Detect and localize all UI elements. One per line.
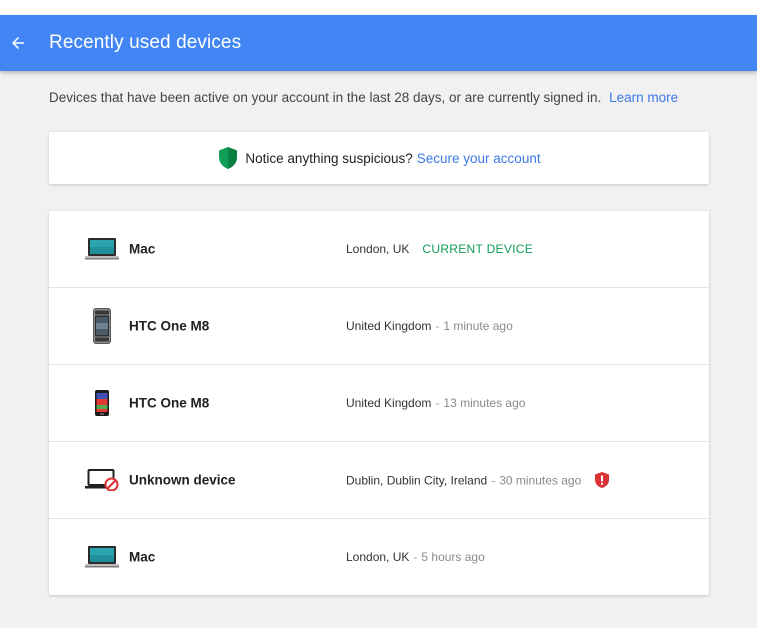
device-meta: London, UK - 5 hours ago	[346, 550, 485, 564]
app-bar: Recently used devices	[0, 15, 757, 71]
device-row-unknown[interactable]: Unknown device Dublin, Dublin City, Irel…	[49, 442, 709, 519]
description-text: Devices that have been active on your ac…	[49, 90, 602, 105]
device-last-active: 13 minutes ago	[443, 396, 526, 410]
suspicious-notice-card: Notice anything suspicious? Secure your …	[49, 132, 709, 184]
device-meta: United Kingdom - 1 minute ago	[346, 319, 513, 333]
htc-phone-icon	[85, 306, 119, 346]
device-last-active: 1 minute ago	[443, 319, 513, 333]
back-button[interactable]	[8, 33, 28, 53]
device-name: HTC One M8	[129, 318, 210, 334]
green-shield-icon	[219, 147, 238, 169]
device-meta: London, UK CURRENT DEVICE	[346, 242, 533, 256]
device-last-active: 30 minutes ago	[499, 473, 582, 487]
unknown-device-icon	[85, 460, 119, 500]
learn-more-link[interactable]: Learn more	[609, 90, 678, 105]
laptop-icon	[85, 537, 119, 577]
device-location: Dublin, Dublin City, Ireland	[346, 473, 488, 487]
device-name: HTC One M8	[129, 395, 210, 411]
device-location: United Kingdom	[346, 396, 432, 410]
top-strip	[0, 0, 757, 15]
device-row-htc-1[interactable]: HTC One M8 United Kingdom - 1 minute ago	[49, 288, 709, 365]
separator: -	[413, 550, 418, 564]
devices-list: Mac London, UK CURRENT DEVICE HTC One M8…	[49, 211, 709, 595]
device-row-mac-2[interactable]: Mac London, UK - 5 hours ago	[49, 519, 709, 595]
page-title: Recently used devices	[49, 32, 242, 53]
red-shield-alert-icon	[595, 472, 610, 488]
separator: -	[435, 319, 440, 333]
device-last-active: 5 hours ago	[421, 550, 485, 564]
device-meta: United Kingdom - 13 minutes ago	[346, 396, 525, 410]
android-phone-icon	[85, 383, 119, 423]
description: Devices that have been active on your ac…	[49, 90, 678, 105]
arrow-left-icon	[12, 37, 24, 49]
device-location: London, UK	[346, 550, 410, 564]
current-device-badge: CURRENT DEVICE	[422, 242, 534, 256]
device-meta: Dublin, Dublin City, Ireland - 30 minute…	[346, 472, 610, 489]
laptop-icon	[85, 229, 119, 269]
device-name: Unknown device	[129, 472, 236, 488]
notice-text: Notice anything suspicious?	[245, 150, 413, 166]
device-name: Mac	[129, 549, 156, 565]
device-name: Mac	[129, 241, 156, 257]
device-location: London, UK	[346, 242, 410, 256]
device-row-mac-current[interactable]: Mac London, UK CURRENT DEVICE	[49, 211, 709, 288]
separator: -	[435, 396, 440, 410]
device-row-htc-2[interactable]: HTC One M8 United Kingdom - 13 minutes a…	[49, 365, 709, 442]
device-location: United Kingdom	[346, 319, 432, 333]
separator: -	[491, 473, 496, 487]
secure-account-link[interactable]: Secure your account	[417, 151, 541, 166]
